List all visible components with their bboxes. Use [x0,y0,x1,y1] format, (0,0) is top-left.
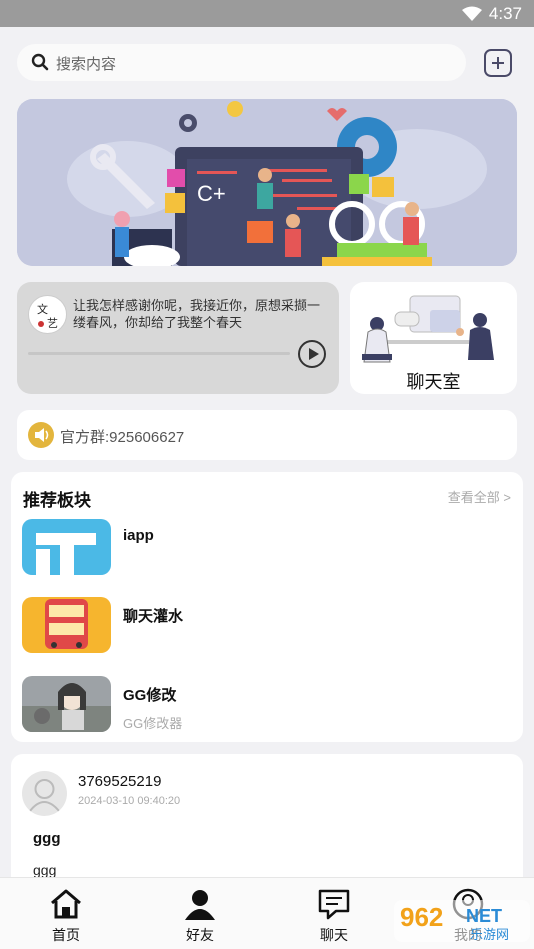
svg-text:艺: 艺 [47,317,58,330]
search-input[interactable]: 搜索内容 [17,44,466,81]
status-bar: 4:37 [0,0,534,27]
forum-name: iapp [123,527,154,544]
tab-chat[interactable]: 聊天 [294,878,374,949]
svg-text:文: 文 [37,302,48,316]
svg-text:乐游网: 乐游网 [470,928,509,943]
play-button[interactable] [298,340,326,368]
chat-icon [318,889,350,920]
lyric-text: 让我怎样感谢你呢，我接近你，原想采撷一缕春风，你却给了我整个春天 [73,298,321,330]
chatroom-card[interactable]: 聊天室 [350,282,517,394]
tab-home[interactable]: 首页 [26,878,106,949]
section-title: 推荐板块 [23,491,91,510]
user-avatar[interactable] [22,771,67,816]
svg-text:962: 962 [400,902,443,932]
forum-name: 聊天灌水 [123,608,184,625]
notice-bar[interactable]: 官方群:925606627 [17,410,517,460]
banner-illustration: C+ [17,99,517,266]
notice-text: 官方群:925606627 [60,429,185,446]
post-body: ggg [33,862,57,878]
tab-label: 聊天 [320,927,348,943]
banner-image[interactable]: C+ [17,99,517,266]
recommend-section: 推荐板块 查看全部 > iapp 聊天灌水 GG修改 GG修改器 [11,472,523,742]
search-icon [31,53,49,71]
add-button[interactable] [484,49,512,77]
forum-item[interactable]: 聊天灌水 [22,597,502,655]
view-all-link[interactable]: 查看全部 > [448,487,511,506]
watermark-logo: 962 NET 乐游网 [394,898,530,944]
forum-thumb [22,676,111,732]
home-icon [51,889,81,919]
chatroom-illustration [362,295,494,363]
post-date: 2024-03-10 09:40:20 [78,795,181,807]
search-placeholder: 搜索内容 [56,56,117,73]
chatroom-label: 聊天室 [406,372,461,392]
tab-label: 首页 [52,927,80,943]
forum-desc: GG修改器 [123,716,183,731]
person-icon [185,890,215,920]
speaker-icon [28,422,54,448]
forum-item[interactable]: iapp [22,519,502,577]
status-time: 4:37 [488,4,522,23]
progress-bar[interactable] [28,352,290,355]
svg-text:NET: NET [466,906,502,926]
post-username[interactable]: 3769525219 [78,773,161,790]
post-card[interactable]: 3769525219 2024-03-10 09:40:20 ggg ggg [11,754,523,894]
wifi-icon [462,6,482,21]
forum-name: GG修改 [123,687,177,704]
forum-thumb [22,597,111,653]
post-title: ggg [33,830,61,847]
tab-label: 好友 [186,927,214,943]
forum-thumb [22,519,111,575]
svg-text:C+: C+ [197,181,226,206]
tab-friends[interactable]: 好友 [160,878,240,949]
forum-item[interactable]: GG修改 GG修改器 [22,676,502,734]
song-avatar: 文艺 [28,295,67,334]
music-player[interactable]: 文艺 让我怎样感谢你呢，我接近你，原想采撷一缕春风，你却给了我整个春天 [17,282,339,394]
